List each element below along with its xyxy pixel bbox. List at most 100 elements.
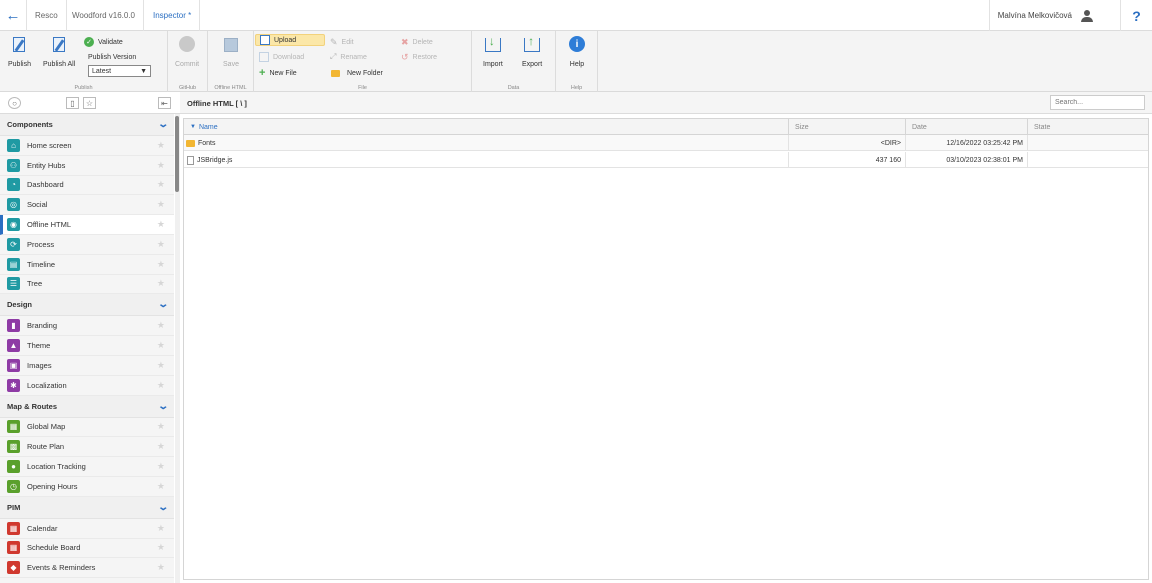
favorite-star-icon[interactable]: ★ [157, 320, 165, 331]
sidebar-item-label: Localization [27, 380, 67, 390]
search-input[interactable] [1050, 95, 1145, 110]
checkmark-icon: ✓ [84, 37, 94, 47]
favorite-star-icon[interactable]: ★ [157, 340, 165, 351]
sidebar-item-label: Branding [27, 321, 58, 331]
table-row[interactable]: JSBridge.js 437 160 03/10/2023 02:38:01 … [184, 152, 1148, 168]
upload-button[interactable]: Upload [255, 34, 325, 46]
sidebar-section-header[interactable]: Map & Routes ⌄ [0, 395, 174, 418]
breadcrumb-woodford[interactable]: Woodford v16.0.0 [64, 0, 145, 31]
sidebar-item-label: Calendar [27, 523, 58, 533]
sidebar-item[interactable]: ◷ Opening Hours ★ [0, 476, 174, 497]
sidebar-item-label: Entity Hubs [27, 160, 66, 170]
delete-icon: ✖ [401, 36, 409, 47]
sidebar-item[interactable]: ▦ Calendar ★ [0, 518, 174, 539]
sidebar-item[interactable]: ● Location Tracking ★ [0, 457, 174, 477]
favorite-star-icon[interactable]: ★ [157, 461, 165, 472]
sidebar-item[interactable]: ▲ Theme ★ [0, 336, 174, 356]
edit-button[interactable]: ✎ Edit [330, 36, 354, 48]
save-button[interactable]: Save [222, 36, 240, 68]
column-name[interactable]: ▼ Name [184, 119, 789, 135]
collapse-sidebar-icon[interactable]: ⇤ [158, 97, 171, 109]
sidebar-item[interactable]: ▩ Route Plan ★ [0, 437, 174, 458]
table-row[interactable]: Fonts <DIR> 12/16/2022 03:25:42 PM [184, 135, 1148, 151]
sidebar-item[interactable]: ◎ Social ★ [0, 195, 174, 216]
save-icon [222, 36, 240, 54]
back-arrow-icon[interactable]: ← [0, 0, 27, 31]
section-title: Components [7, 120, 53, 129]
restore-button[interactable]: ↺ Restore [401, 51, 437, 63]
help-button[interactable]: i Help [568, 36, 586, 68]
sidebar-item-label: Theme [27, 341, 51, 351]
ribbon-toolbar: Publish Publish All ✓ Validate Publish V… [0, 31, 1152, 92]
chevron-down-icon: ▼ [140, 67, 147, 75]
new-folder-button[interactable]: New Folder [329, 67, 383, 79]
favorite-star-icon[interactable]: ★ [157, 239, 165, 250]
import-button[interactable]: Import [483, 34, 503, 68]
publish-version-select[interactable]: Latest ▼ [88, 65, 151, 77]
favorite-star-icon[interactable]: ★ [157, 360, 165, 371]
publish-all-button[interactable]: Publish All [43, 36, 75, 68]
rename-icon: ⤢ [330, 52, 337, 61]
publish-button[interactable]: Publish [8, 36, 31, 68]
main-header: Offline HTML [ \ ] [180, 92, 1152, 114]
delete-button[interactable]: ✖ Delete [401, 36, 433, 48]
user-menu[interactable]: Malvína Melkovičová [988, 0, 1108, 31]
sidebar-scrollbar[interactable] [175, 114, 180, 583]
sidebar-item[interactable]: ▤ Timeline ★ [0, 254, 174, 275]
favorite-star-icon[interactable]: ★ [157, 140, 165, 151]
plus-icon: + [259, 67, 266, 79]
favorite-star-icon[interactable]: ★ [157, 160, 165, 171]
favorite-star-icon[interactable]: ★ [157, 441, 165, 452]
sidebar-item[interactable]: ◉ Offline HTML ★ [0, 215, 174, 235]
upload-icon [260, 35, 270, 45]
component-icon: ▩ [7, 440, 20, 454]
publish-group: Publish Publish All ✓ Validate Publish V… [0, 31, 168, 92]
column-size[interactable]: Size [789, 119, 906, 135]
sidebar-item[interactable]: ▣ Images ★ [0, 355, 174, 376]
sidebar-item[interactable]: ▮ Branding ★ [0, 316, 174, 337]
sidebar-item[interactable]: ☰ Tree ★ [0, 274, 174, 295]
favorite-star-icon[interactable]: ★ [157, 542, 165, 553]
favorite-star-icon[interactable]: ★ [157, 259, 165, 270]
favorite-star-icon[interactable]: ★ [157, 278, 165, 289]
breadcrumb-resco[interactable]: Resco [27, 0, 67, 31]
search-icon[interactable]: ○ [8, 97, 21, 109]
section-title: Design [7, 300, 33, 310]
export-button[interactable]: Export [522, 34, 542, 68]
download-button[interactable]: Download [259, 51, 304, 63]
favorite-star-icon[interactable]: ★ [157, 562, 165, 573]
sidebar-item[interactable]: ◆ Events & Reminders ★ [0, 558, 174, 579]
favorite-star-icon[interactable]: ★ [157, 179, 165, 190]
favorite-star-icon[interactable]: ★ [157, 421, 165, 432]
sidebar-item[interactable]: ⚇ Entity Hubs ★ [0, 155, 174, 176]
column-state[interactable]: State [1028, 119, 1148, 135]
favorite-star-icon[interactable]: ★ [157, 481, 165, 492]
rename-button[interactable]: ⤢ Rename [330, 51, 367, 63]
help-question-icon[interactable]: ? [1120, 0, 1152, 31]
sidebar-section-header[interactable]: Components ⌄ [0, 114, 174, 136]
star-filter-icon[interactable]: ☆ [83, 97, 96, 109]
sidebar-section-header[interactable]: Design ⌄ [0, 294, 174, 317]
favorite-star-icon[interactable]: ★ [157, 523, 165, 534]
favorite-star-icon[interactable]: ★ [157, 380, 165, 391]
favorite-star-icon[interactable]: ★ [157, 219, 165, 230]
sidebar-section-header[interactable]: PIM ⌄ [0, 496, 174, 519]
breadcrumb-inspector[interactable]: Inspector * [145, 0, 201, 31]
import-icon [484, 34, 502, 54]
sidebar-item[interactable]: ◔ Dashboard ★ [0, 175, 174, 196]
new-file-button[interactable]: + New File [259, 67, 297, 79]
column-date[interactable]: Date [906, 119, 1028, 135]
sidebar-item[interactable]: ⟳ Process ★ [0, 234, 174, 255]
component-icon: ▣ [7, 358, 20, 372]
sidebar-item[interactable]: ✱ Localization ★ [0, 375, 174, 396]
favorite-star-icon[interactable]: ★ [157, 199, 165, 210]
sidebar-item[interactable]: ⌂ Home screen ★ [0, 136, 174, 156]
mobile-icon[interactable]: ▯ [66, 97, 79, 109]
validate-button[interactable]: ✓ Validate [84, 36, 123, 48]
user-name: Malvína Melkovičová [997, 11, 1072, 20]
commit-button[interactable]: Commit [175, 36, 199, 68]
sidebar-item[interactable]: ▦ Global Map ★ [0, 417, 174, 438]
row-date: 03/10/2023 02:38:01 PM [906, 152, 1028, 168]
sidebar-item[interactable]: ▦ Schedule Board ★ [0, 538, 174, 559]
row-size: 437 160 [789, 152, 906, 168]
